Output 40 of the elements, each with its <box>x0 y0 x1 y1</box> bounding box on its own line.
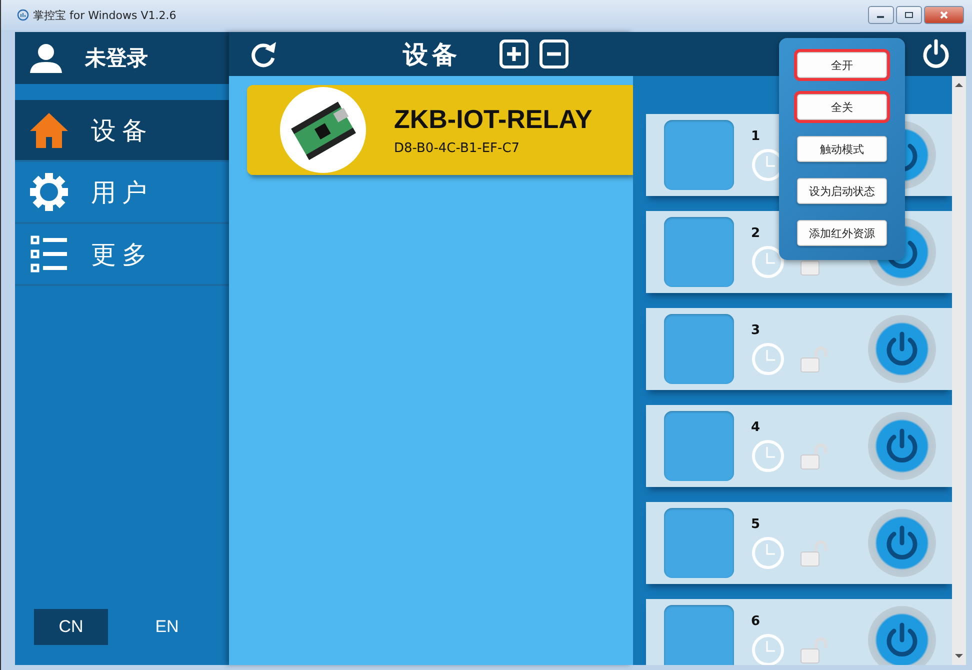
channel-number: 2 <box>751 226 760 240</box>
nav-item[interactable]: 设备 <box>15 100 229 162</box>
menu-button[interactable]: 全开 <box>797 52 887 78</box>
channel-number: 4 <box>751 420 760 434</box>
scrollbar[interactable] <box>952 76 966 665</box>
nav-item[interactable]: 用户 <box>15 162 229 224</box>
remove-icon[interactable] <box>539 39 569 69</box>
circuit-board-icon <box>280 87 366 173</box>
window-title: 掌控宝 for Windows V1.2.6 <box>33 8 176 22</box>
scroll-down-icon[interactable] <box>955 653 963 659</box>
refresh-icon[interactable] <box>249 40 277 68</box>
gear-icon <box>29 172 69 212</box>
maximize-icon <box>904 11 914 19</box>
language-button[interactable]: CN <box>34 609 108 645</box>
language-button[interactable]: EN <box>130 609 204 645</box>
menu-button[interactable]: 全关 <box>797 94 887 120</box>
login-status: 未登录 <box>85 45 148 72</box>
user-icon <box>29 43 63 73</box>
channel-number: 3 <box>751 322 760 338</box>
menu-button[interactable]: 设为启动状态 <box>797 178 887 204</box>
scroll-up-icon[interactable] <box>955 82 963 88</box>
home-icon <box>29 110 69 150</box>
menu-button[interactable]: 触动模式 <box>797 136 887 162</box>
channel-number: 1 <box>751 128 760 144</box>
minimize-button[interactable] <box>868 6 894 24</box>
device-mac: D8-B0-4C-B1-EF-C7 <box>394 141 521 156</box>
power-button[interactable] <box>868 606 936 665</box>
close-button[interactable] <box>924 6 964 24</box>
add-icon[interactable] <box>499 39 529 69</box>
maximize-button[interactable] <box>896 6 922 24</box>
channel-number: 5 <box>751 516 760 532</box>
device-name: ZKB-IOT-RELAY <box>394 104 592 135</box>
menu-button[interactable]: 添加红外资源 <box>797 220 887 246</box>
channel-number: 6 <box>751 614 760 628</box>
device-card[interactable]: ZKB-IOT-RELAY D8-B0-4C-B1-EF-C7 <box>247 85 633 175</box>
close-icon <box>939 11 949 19</box>
panel-title: 设备 <box>403 38 461 70</box>
app-icon <box>17 9 29 21</box>
list-icon <box>29 234 69 274</box>
clock-icon[interactable] <box>751 244 785 278</box>
